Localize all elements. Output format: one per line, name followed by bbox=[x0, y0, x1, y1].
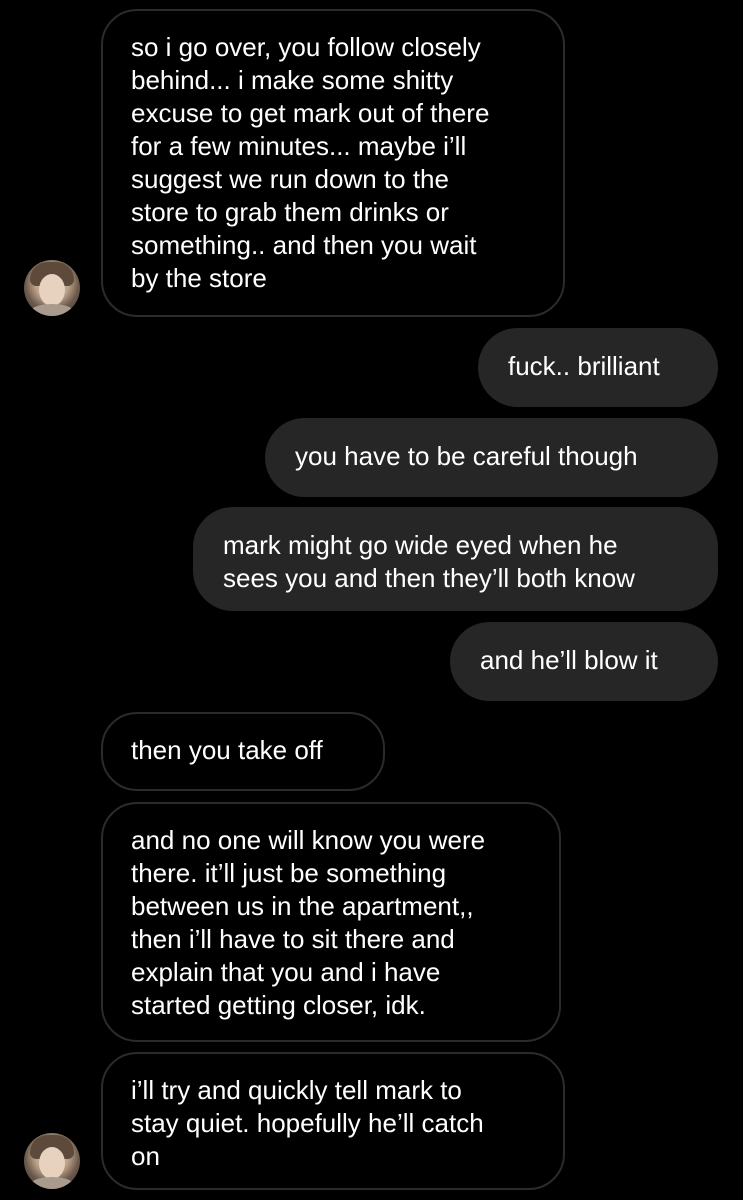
outgoing-message[interactable]: mark might go wide eyed when he sees you… bbox=[193, 507, 718, 611]
outgoing-message[interactable]: fuck.. brilliant bbox=[478, 328, 718, 407]
outgoing-message[interactable]: and he’ll blow it bbox=[450, 622, 718, 701]
incoming-message[interactable]: i’ll try and quickly tell mark to stay q… bbox=[101, 1052, 565, 1190]
outgoing-message[interactable]: you have to be careful though bbox=[265, 418, 718, 497]
sender-avatar[interactable] bbox=[24, 1133, 80, 1189]
sender-avatar[interactable] bbox=[24, 260, 80, 316]
incoming-message[interactable]: then you take off bbox=[101, 712, 385, 791]
incoming-message[interactable]: so i go over, you follow closely behind.… bbox=[101, 9, 565, 317]
incoming-message[interactable]: and no one will know you were there. it’… bbox=[101, 802, 561, 1042]
